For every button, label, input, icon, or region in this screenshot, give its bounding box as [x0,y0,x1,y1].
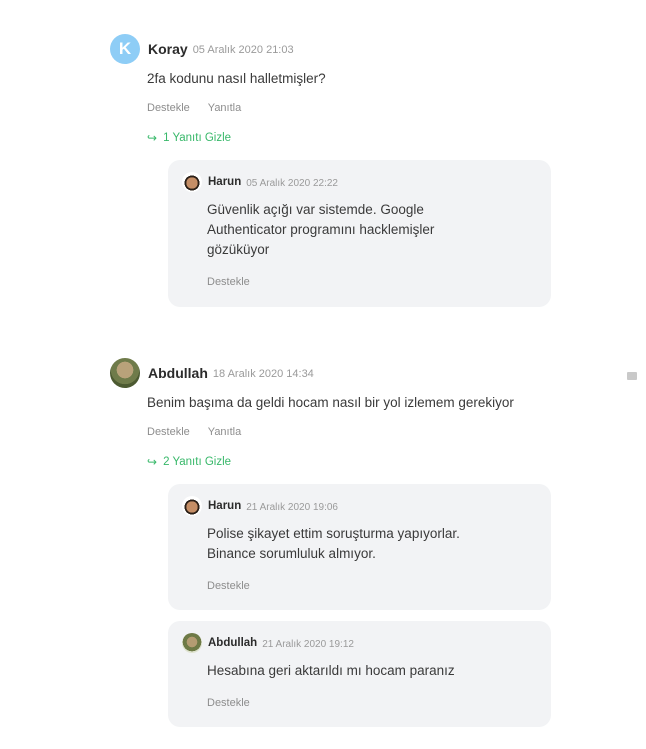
reply-arrow-icon: ↪ [147,131,158,145]
comment-text: Benim başıma da geldi hocam nasıl bir yo… [147,395,514,410]
like-button[interactable]: Destekle [207,697,250,709]
like-button[interactable]: Destekle [207,580,250,592]
reply-header: Harun 05 Aralık 2020 22:22 [182,172,539,192]
author-name[interactable]: Koray [148,41,188,57]
avatar-letter: K [118,39,132,58]
reply-button[interactable]: Yanıtla [208,426,241,438]
author-name[interactable]: Abdullah [208,637,257,649]
author-name[interactable]: Harun [208,500,241,512]
like-button[interactable]: Destekle [147,102,190,114]
avatar[interactable] [182,633,202,653]
reply-header: Abdullah 21 Aralık 2020 19:12 [182,633,539,653]
reply-date: 21 Aralık 2020 19:06 [246,501,338,513]
reply-date: 05 Aralık 2020 22:22 [246,177,338,189]
reply-header: Harun 21 Aralık 2020 19:06 [182,496,539,516]
avatar[interactable] [182,496,202,516]
hide-replies-label: 1 Yanıtı Gizle [163,132,232,144]
comment-actions: Destekle Yanıtla [147,102,550,114]
reply-actions: Destekle [207,697,539,709]
like-button[interactable]: Destekle [147,426,190,438]
reply-arrow-icon: ↪ [147,455,158,469]
comment-actions: Destekle Yanıtla [147,426,550,438]
comment-header: Abdullah 18 Aralık 2020 14:34 [110,358,550,388]
reply-button[interactable]: Yanıtla [208,102,241,114]
reply: Harun 05 Aralık 2020 22:22 Güvenlik açığ… [168,160,551,307]
reply-actions: Destekle [207,276,539,288]
author-name[interactable]: Abdullah [148,365,208,381]
comment: K Koray 05 Aralık 2020 21:03 2fa kodunu … [110,34,550,145]
hide-replies-toggle[interactable]: ↪ 1 Yanıtı Gizle [147,131,550,145]
reply: Abdullah 21 Aralık 2020 19:12 Hesabına g… [168,621,551,727]
reply-actions: Destekle [207,580,539,592]
reply-text: Güvenlik açığı var sistemde. Google Auth… [207,202,435,257]
hide-replies-label: 2 Yanıtı Gizle [163,456,232,468]
comment-text: 2fa kodunu nasıl halletmişler? [147,71,326,86]
comment-date: 18 Aralık 2020 14:34 [212,368,314,380]
reply: Harun 21 Aralık 2020 19:06 Polise şikaye… [168,484,551,610]
comment: Abdullah 18 Aralık 2020 14:34 Benim başı… [110,358,550,469]
comment-header: K Koray 05 Aralık 2020 21:03 [110,34,550,64]
reply-text: Hesabına geri aktarıldı mı hocam paranız [207,663,455,678]
like-button[interactable]: Destekle [207,276,250,288]
reply-text: Polise şikayet ettim soruşturma yapıyorl… [207,526,460,561]
hide-replies-toggle[interactable]: ↪ 2 Yanıtı Gizle [147,455,550,469]
reply-date: 21 Aralık 2020 19:12 [262,638,354,650]
avatar[interactable] [182,172,202,192]
author-name[interactable]: Harun [208,176,241,188]
avatar[interactable]: K [110,34,140,64]
comment-date: 05 Aralık 2020 21:03 [192,44,294,56]
avatar[interactable] [110,358,140,388]
flag-icon[interactable] [627,372,637,380]
